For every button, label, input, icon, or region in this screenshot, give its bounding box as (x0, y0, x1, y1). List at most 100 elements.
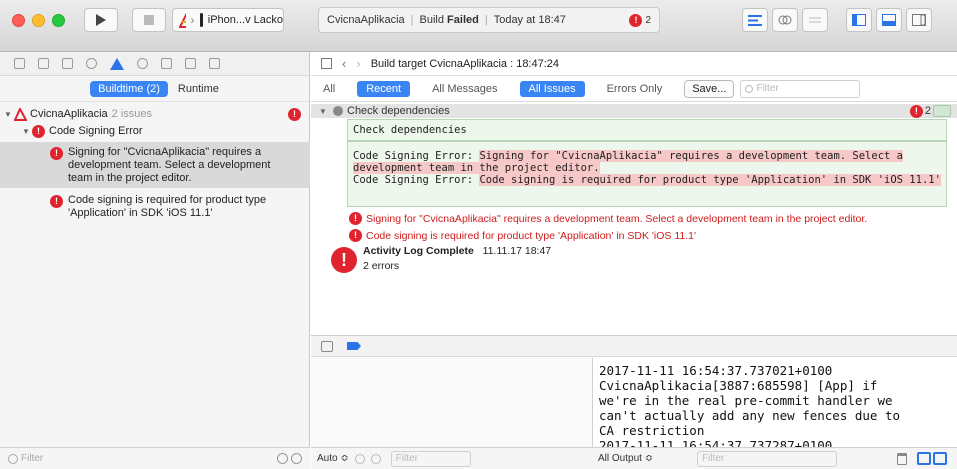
project-row[interactable]: ▼ CvicnaAplikacia 2 issues ! (0, 107, 310, 121)
save-log-button[interactable]: Save... (684, 79, 735, 98)
jump-bar-title[interactable]: Build target CvicnaAplikacia : 18:47:24 (371, 58, 559, 70)
variables-filter-placeholder: Filter (395, 453, 418, 464)
segment-runtime[interactable]: Runtime (178, 83, 219, 95)
navigator-filter-input[interactable]: Filter (21, 453, 43, 464)
debug-icon[interactable] (161, 58, 172, 69)
minimize-window-button[interactable] (32, 14, 45, 27)
log-section-header[interactable]: ▼ Check dependencies ! 2 (311, 104, 957, 118)
filter-all-messages-button[interactable]: All Messages (432, 83, 497, 95)
activity-build-status: Failed (447, 14, 479, 26)
report-editor: ‹ › Build target CvicnaAplikacia : 18:47… (311, 52, 957, 469)
toggle-utilities-button[interactable] (906, 8, 932, 32)
toggle-navigator-button[interactable] (846, 8, 872, 32)
activity-viewer[interactable]: CvicnaAplikacia | Build Failed | Today a… (318, 7, 660, 33)
variables-scope-select[interactable]: Auto ≎ (317, 453, 349, 464)
symbol-icon[interactable] (62, 58, 73, 69)
activity-error-count: 2 (645, 15, 651, 26)
debug-bottom-bar: Auto ≎ Filter All Output ≎ Filter (311, 447, 957, 469)
disclosure-triangle-icon[interactable]: ▼ (22, 127, 32, 136)
variables-view[interactable] (311, 358, 593, 447)
error-icon: ! (50, 195, 63, 208)
back-arrow-icon[interactable]: ‹ (342, 56, 346, 71)
folder-icon[interactable] (14, 58, 25, 69)
console-filter-placeholder: Filter (702, 453, 725, 464)
disclosure-triangle-icon[interactable]: ▼ (4, 110, 14, 119)
link-circles-icon (778, 15, 792, 25)
issue-line-text: Code signing is required for product typ… (366, 229, 697, 242)
issue-type-segmented-control: Buildtime (2) Runtime (0, 76, 309, 102)
recent-filter-icon[interactable] (277, 453, 288, 464)
toggle-debug-area-button[interactable] (876, 8, 902, 32)
issue-warning-icon[interactable] (110, 57, 124, 70)
forward-arrow-icon[interactable]: › (356, 56, 360, 71)
filter-recent-button[interactable]: Recent (357, 80, 411, 97)
step-status-icon (333, 106, 343, 116)
console-filter-input[interactable]: Filter (697, 450, 837, 467)
error-icon: ! (32, 124, 45, 138)
test-icon[interactable] (137, 58, 148, 69)
error-transcript[interactable]: Code Signing Error: Signing for "CvicnaA… (347, 141, 947, 207)
error-icon: ! (349, 212, 362, 225)
find-icon[interactable] (86, 58, 97, 69)
activity-error-indicator[interactable]: ! 2 (629, 14, 651, 27)
separator: | (484, 14, 488, 26)
complete-title: Activity Log Complete (363, 245, 474, 257)
issue-line[interactable]: ! Code signing is required for product t… (349, 229, 696, 242)
separator: | (410, 14, 414, 26)
stop-button[interactable] (132, 8, 166, 32)
error-message: Code signing is required for product typ… (479, 174, 941, 186)
split-right-icon[interactable] (933, 452, 947, 465)
project-name: CvicnaAplikacia (30, 108, 108, 120)
issue-row[interactable]: ! Code signing is required for product t… (0, 194, 310, 224)
console-output-select[interactable]: All Output ≎ (598, 453, 653, 464)
iphone-icon (199, 13, 203, 27)
variables-filter-input[interactable]: Filter (390, 450, 471, 467)
issue-line[interactable]: ! Signing for "CvicnaAplikacia" requires… (349, 212, 867, 225)
eye-icon[interactable] (370, 453, 381, 464)
issue-row[interactable]: ! Signing for "CvicnaAplikacia" requires… (0, 142, 310, 188)
source-control-icon[interactable] (38, 58, 49, 69)
trash-icon[interactable] (897, 452, 907, 465)
related-items-icon[interactable] (321, 58, 332, 69)
section-error-count: 2 (924, 105, 931, 117)
filter-all-issues-button[interactable]: All Issues (519, 80, 585, 97)
transcript-line: Code Signing Error: Signing for "CvicnaA… (353, 150, 941, 174)
arrows-icon (809, 17, 821, 23)
filter-all-button[interactable]: All (323, 83, 335, 95)
report-icon[interactable] (209, 58, 220, 69)
stop-icon (144, 15, 154, 25)
navigator-filter-bar: Filter (0, 447, 310, 469)
hide-debug-area-button[interactable] (321, 340, 333, 352)
log-filter-bar: All Recent All Messages All Issues Error… (311, 76, 957, 102)
info-icon[interactable] (354, 453, 365, 464)
activity-build-label: Build (419, 14, 444, 26)
assistant-editor-button[interactable] (772, 8, 798, 32)
scheme-device-label: iPhon...v Lacko (207, 14, 283, 26)
disclosure-triangle-icon[interactable]: ▼ (319, 107, 329, 116)
play-icon (96, 14, 106, 26)
filter-options (277, 453, 302, 464)
console-output[interactable]: 2017-11-11 16:54:37.737021+0100 CvicnaAp… (594, 358, 957, 447)
issues-filter-icon[interactable] (291, 453, 302, 464)
maximize-window-button[interactable] (52, 14, 65, 27)
breakpoint-icon[interactable] (185, 58, 196, 69)
bottom-panel-icon (882, 14, 896, 26)
run-button[interactable] (84, 8, 118, 32)
app-icon (179, 13, 186, 28)
chevron-right-icon: › (190, 13, 195, 27)
split-left-icon[interactable] (917, 452, 931, 465)
check-text: Check dependencies (353, 124, 467, 136)
complete-time: 11.11.17 18:47 (482, 245, 552, 257)
standard-editor-button[interactable] (742, 8, 768, 32)
filter-errors-only-button[interactable]: Errors Only (607, 83, 663, 95)
group-row[interactable]: ▼ ! Code Signing Error (0, 124, 310, 138)
breakpoints-toggle-icon[interactable] (347, 342, 361, 350)
log-filter-input[interactable]: Filter (740, 79, 861, 98)
segment-buildtime[interactable]: Buildtime (2) (90, 80, 168, 97)
close-window-button[interactable] (12, 14, 25, 27)
scheme-selector[interactable]: › iPhon...v Lacko (172, 8, 284, 32)
expand-transcript-button[interactable] (933, 105, 951, 117)
lines-icon (748, 14, 762, 26)
version-editor-button[interactable] (802, 8, 828, 32)
issue-line-text: Signing for "CvicnaAplikacia" requires a… (366, 212, 868, 225)
